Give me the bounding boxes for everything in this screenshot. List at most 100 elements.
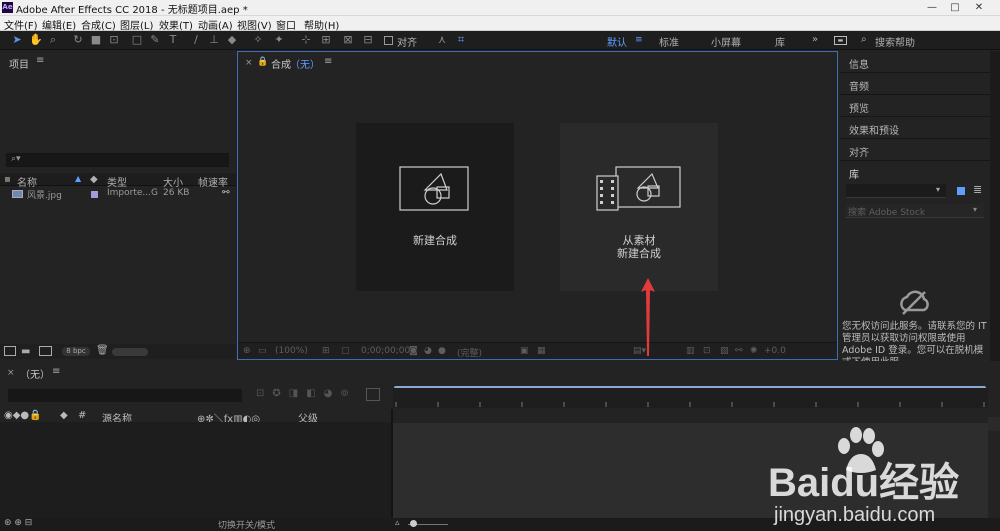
align-panel-tab[interactable]: 对齐 bbox=[840, 139, 990, 161]
snap-option-icon[interactable]: ⋏ bbox=[436, 34, 448, 46]
mask-icon[interactable]: ▢ bbox=[341, 346, 350, 356]
pixel-aspect-icon[interactable]: ⊡ bbox=[703, 346, 711, 356]
menu-composition[interactable]: 合成(C) bbox=[81, 17, 116, 32]
av-features-icons[interactable]: ◉◆●🔒 bbox=[4, 410, 42, 421]
local-axis-icon[interactable]: ⊞ bbox=[320, 34, 332, 46]
menu-edit[interactable]: 编辑(E) bbox=[42, 17, 76, 32]
minimize-button[interactable]: — bbox=[924, 1, 940, 14]
audio-panel-tab[interactable]: 音频 bbox=[840, 73, 990, 95]
roi-icon[interactable]: ▣ bbox=[520, 346, 529, 356]
magnification-dropdown[interactable]: (100%) bbox=[275, 346, 308, 356]
view-layout-icon[interactable]: ▥ bbox=[686, 346, 695, 356]
chevron-down-icon[interactable]: ▾ bbox=[973, 205, 977, 214]
trash-icon[interactable]: 🗑 bbox=[96, 345, 109, 356]
color-icon[interactable]: ● bbox=[438, 346, 446, 356]
preview-panel-tab[interactable]: 预览 bbox=[840, 95, 990, 117]
timeline-icon[interactable]: ⚯ bbox=[735, 346, 743, 356]
workspace-library[interactable]: 库 bbox=[775, 34, 785, 49]
timeline-search-input[interactable] bbox=[8, 389, 242, 402]
lock-icon[interactable]: 🔒 bbox=[257, 57, 268, 67]
show-channel-icon[interactable]: ◕ bbox=[424, 346, 432, 356]
exposure-value[interactable]: +0.0 bbox=[764, 346, 786, 356]
zoom-slider-handle[interactable] bbox=[410, 520, 417, 527]
snap-edges-icon[interactable]: ⌗ bbox=[455, 34, 467, 46]
stock-search-input[interactable]: 搜索 Adobe Stock ▾ bbox=[846, 204, 984, 218]
maximize-button[interactable]: □ bbox=[947, 1, 963, 14]
grid-view-icon[interactable] bbox=[957, 187, 965, 195]
close-panel-icon[interactable]: × bbox=[245, 58, 253, 68]
roto-brush-tool-icon[interactable]: ✧ bbox=[252, 34, 264, 46]
workspace-more-icon[interactable]: » bbox=[812, 34, 818, 45]
eraser-tool-icon[interactable]: ◆ bbox=[226, 34, 238, 46]
new-composition-icon[interactable] bbox=[39, 346, 52, 356]
thumbnail-slider[interactable] bbox=[112, 348, 148, 356]
list-item[interactable]: 风景.jpg Importe...G 26 KB ⚯ bbox=[0, 187, 236, 201]
library-panel-tab[interactable]: 库 bbox=[840, 161, 990, 181]
menu-layer[interactable]: 图层(L) bbox=[120, 17, 153, 32]
panel-menu-icon[interactable]: ≡ bbox=[36, 55, 44, 66]
resolution-dropdown[interactable]: (完整) bbox=[457, 346, 482, 359]
transparency-grid-icon[interactable]: ▦ bbox=[537, 346, 546, 356]
puppet-tool-icon[interactable]: ✦ bbox=[273, 34, 285, 46]
rotate-tool-icon[interactable]: ↻ bbox=[72, 34, 84, 46]
workspace-small-screen[interactable]: 小屏幕 bbox=[711, 34, 741, 49]
sort-ascending-icon[interactable]: ▲ bbox=[75, 174, 81, 183]
hand-tool-icon[interactable]: ✋ bbox=[29, 34, 43, 46]
grid-icon[interactable]: ⊞ bbox=[322, 346, 330, 356]
selection-tool-icon[interactable]: ➤ bbox=[11, 34, 23, 46]
new-composition-tile[interactable]: 新建合成 bbox=[356, 123, 514, 291]
workspace-menu-icon[interactable]: ≡ bbox=[635, 35, 645, 46]
project-panel-title[interactable]: 项目 bbox=[9, 56, 29, 71]
menu-file[interactable]: 文件(F) bbox=[4, 17, 38, 32]
camera-tool-icon[interactable]: ■ bbox=[90, 34, 102, 46]
exposure-reset-icon[interactable]: ✺ bbox=[750, 346, 758, 356]
label-column-icon[interactable]: ◆ bbox=[60, 410, 68, 421]
menu-view[interactable]: 视图(V) bbox=[237, 17, 272, 32]
panel-menu-icon[interactable]: ≡ bbox=[324, 56, 332, 67]
time-ruler[interactable] bbox=[393, 388, 988, 408]
menu-window[interactable]: 窗口 bbox=[276, 17, 296, 32]
timeline-tab-label[interactable]: （无） bbox=[20, 366, 50, 381]
layer-list[interactable] bbox=[0, 422, 391, 518]
clone-stamp-tool-icon[interactable]: ⊥ bbox=[208, 34, 220, 46]
zoom-tool-icon[interactable]: ⌕ bbox=[47, 34, 59, 46]
composition-tab-label[interactable]: 合成 bbox=[271, 56, 291, 71]
keyboard-icon[interactable]: ▬ bbox=[834, 36, 847, 45]
timeline-switch-icons[interactable]: ⊡✪◨◧◕⊚ bbox=[256, 388, 357, 399]
menu-help[interactable]: 帮助(H) bbox=[304, 17, 339, 32]
workspace-standard[interactable]: 标准 bbox=[659, 34, 679, 49]
label-color-swatch[interactable] bbox=[91, 191, 98, 198]
pen-tool-icon[interactable]: ✎ bbox=[149, 34, 161, 46]
brush-tool-icon[interactable]: ∕ bbox=[190, 34, 202, 46]
snapshot-icon[interactable]: ◙ bbox=[409, 346, 418, 356]
axis-tool-icon[interactable]: ⊹ bbox=[300, 34, 312, 46]
toggle-switches-modes-button[interactable]: 切换开关/模式 bbox=[218, 518, 275, 531]
monitor-icon[interactable]: ▭ bbox=[258, 346, 267, 356]
project-search-input[interactable]: ⌕▾ bbox=[6, 153, 229, 167]
info-panel-tab[interactable]: 信息 bbox=[840, 51, 990, 73]
new-composition-from-footage-tile[interactable]: 从素材 新建合成 bbox=[560, 123, 718, 291]
pan-behind-tool-icon[interactable]: ⊡ bbox=[108, 34, 120, 46]
rectangle-tool-icon[interactable]: □ bbox=[131, 34, 143, 46]
fast-preview-icon[interactable]: ▧ bbox=[720, 346, 729, 356]
list-view-icon[interactable]: ≣ bbox=[973, 183, 982, 196]
search-help-icon[interactable]: ⌕ bbox=[861, 34, 867, 45]
close-panel-icon[interactable]: × bbox=[7, 368, 15, 378]
graph-editor-icon[interactable] bbox=[366, 388, 380, 401]
panel-menu-icon[interactable]: ≡ bbox=[52, 366, 60, 377]
new-folder-icon[interactable]: ▬ bbox=[21, 346, 30, 357]
type-tool-icon[interactable]: T bbox=[167, 34, 179, 46]
zoom-out-icon[interactable]: ▵ bbox=[395, 518, 400, 528]
search-help-input[interactable]: 搜索帮助 bbox=[875, 34, 915, 49]
always-preview-icon[interactable]: ⊕ bbox=[243, 346, 251, 356]
bit-depth-button[interactable]: 8 bpc bbox=[62, 347, 90, 356]
render-toggle-icons[interactable]: ⊛ ⊕ ⊟ bbox=[4, 518, 32, 528]
effects-presets-panel-tab[interactable]: 效果和预设 bbox=[840, 117, 990, 139]
timecode-display[interactable]: 0;00;00;00 bbox=[361, 346, 410, 356]
snap-checkbox[interactable] bbox=[384, 36, 393, 45]
world-axis-icon[interactable]: ⊠ bbox=[342, 34, 354, 46]
workspace-default[interactable]: 默认 bbox=[607, 34, 627, 49]
composition-tab-value[interactable]: （无） bbox=[290, 56, 320, 71]
close-button[interactable]: ✕ bbox=[971, 1, 987, 14]
flowchart-icon[interactable]: ⚯ bbox=[222, 188, 230, 198]
